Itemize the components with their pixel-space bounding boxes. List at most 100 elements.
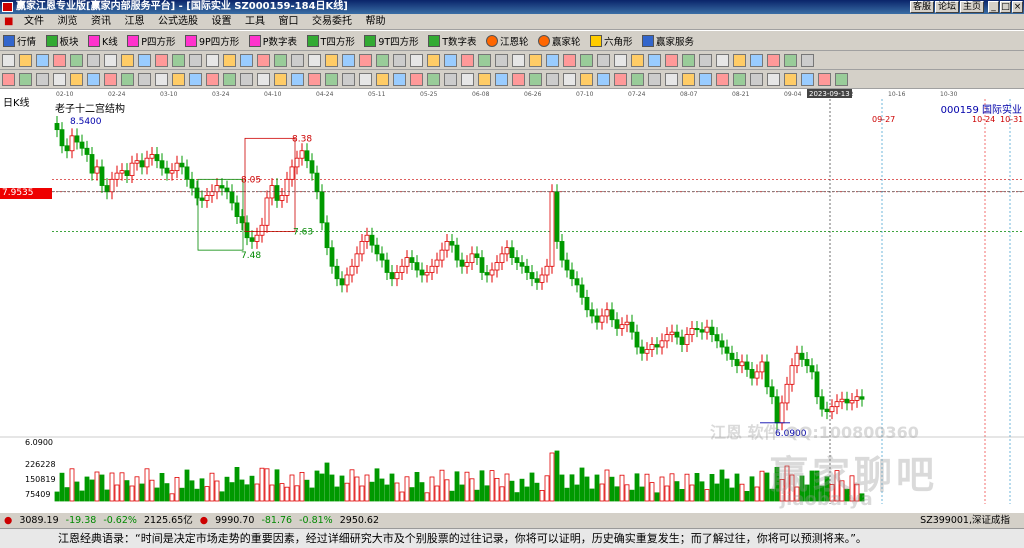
analysis-tool-icon[interactable]: [733, 73, 746, 86]
draw-tool-icon[interactable]: [223, 54, 236, 67]
draw-tool-icon[interactable]: [495, 54, 508, 67]
menu-formula[interactable]: 公式选股: [153, 14, 203, 30]
menu-file[interactable]: 文件: [19, 14, 49, 30]
draw-tool-icon[interactable]: [410, 54, 423, 67]
analysis-tool-icon[interactable]: [529, 73, 542, 86]
analysis-tool-icon[interactable]: [87, 73, 100, 86]
toolbar-sectors-button[interactable]: 板块: [43, 31, 82, 50]
toolbar-9t-square-button[interactable]: 9T四方形: [361, 31, 421, 50]
draw-tool-icon[interactable]: [563, 54, 576, 67]
analysis-tool-icon[interactable]: [461, 73, 474, 86]
draw-tool-icon[interactable]: [274, 54, 287, 67]
forum-button[interactable]: 论坛: [935, 1, 959, 13]
draw-tool-icon[interactable]: [36, 54, 49, 67]
analysis-tool-icon[interactable]: [206, 73, 219, 86]
draw-tool-icon[interactable]: [478, 54, 491, 67]
draw-tool-icon[interactable]: [665, 54, 678, 67]
maximize-button[interactable]: □: [1000, 1, 1011, 13]
draw-tool-icon[interactable]: [2, 54, 15, 67]
draw-tool-icon[interactable]: [155, 54, 168, 67]
toolbar-t-square-button[interactable]: T四方形: [304, 31, 358, 50]
menu-gann[interactable]: 江恩: [119, 14, 149, 30]
analysis-tool-icon[interactable]: [291, 73, 304, 86]
analysis-tool-icon[interactable]: [257, 73, 270, 86]
analysis-tool-icon[interactable]: [563, 73, 576, 86]
menu-app-icon[interactable]: ■: [0, 14, 15, 30]
analysis-tool-icon[interactable]: [648, 73, 661, 86]
menu-trade[interactable]: 交易委托: [307, 14, 357, 30]
draw-tool-icon[interactable]: [325, 54, 338, 67]
toolbar-p-square-button[interactable]: P四方形: [124, 31, 178, 50]
draw-tool-icon[interactable]: [631, 54, 644, 67]
minimize-button[interactable]: _: [988, 1, 999, 13]
draw-tool-icon[interactable]: [461, 54, 474, 67]
analysis-tool-icon[interactable]: [240, 73, 253, 86]
draw-tool-icon[interactable]: [750, 54, 763, 67]
toolbar-hexagon-button[interactable]: 六角形: [587, 31, 636, 50]
analysis-tool-icon[interactable]: [342, 73, 355, 86]
analysis-tool-icon[interactable]: [410, 73, 423, 86]
analysis-tool-icon[interactable]: [512, 73, 525, 86]
draw-tool-icon[interactable]: [529, 54, 542, 67]
draw-tool-icon[interactable]: [189, 54, 202, 67]
analysis-tool-icon[interactable]: [835, 73, 848, 86]
analysis-tool-icon[interactable]: [546, 73, 559, 86]
draw-tool-icon[interactable]: [257, 54, 270, 67]
draw-tool-icon[interactable]: [546, 54, 559, 67]
homepage-button[interactable]: 主页: [960, 1, 984, 13]
toolbar-quotes-button[interactable]: 行情: [0, 31, 39, 50]
analysis-tool-icon[interactable]: [716, 73, 729, 86]
analysis-tool-icon[interactable]: [801, 73, 814, 86]
draw-tool-icon[interactable]: [733, 54, 746, 67]
analysis-tool-icon[interactable]: [189, 73, 202, 86]
menu-browse[interactable]: 浏览: [52, 14, 82, 30]
analysis-tool-icon[interactable]: [767, 73, 780, 86]
analysis-tool-icon[interactable]: [121, 73, 134, 86]
analysis-tool-icon[interactable]: [784, 73, 797, 86]
kline-chart-panel[interactable]: 02-10 02-24 03-10 03-24 04-10 04-24 05-11 05-25…: [0, 89, 1024, 512]
draw-tool-icon[interactable]: [308, 54, 321, 67]
draw-tool-icon[interactable]: [767, 54, 780, 67]
analysis-tool-icon[interactable]: [308, 73, 321, 86]
analysis-tool-icon[interactable]: [274, 73, 287, 86]
draw-tool-icon[interactable]: [699, 54, 712, 67]
draw-tool-icon[interactable]: [393, 54, 406, 67]
analysis-tool-icon[interactable]: [223, 73, 236, 86]
analysis-tool-icon[interactable]: [155, 73, 168, 86]
draw-tool-icon[interactable]: [376, 54, 389, 67]
toolbar-service-button[interactable]: 赢家服务: [639, 31, 697, 50]
analysis-tool-icon[interactable]: [818, 73, 831, 86]
toolbar-kline-button[interactable]: K线: [85, 31, 121, 50]
analysis-tool-icon[interactable]: [682, 73, 695, 86]
draw-tool-icon[interactable]: [19, 54, 32, 67]
analysis-tool-icon[interactable]: [699, 73, 712, 86]
analysis-tool-icon[interactable]: [359, 73, 372, 86]
analysis-tool-icon[interactable]: [325, 73, 338, 86]
analysis-tool-icon[interactable]: [172, 73, 185, 86]
draw-tool-icon[interactable]: [648, 54, 661, 67]
draw-tool-icon[interactable]: [291, 54, 304, 67]
analysis-tool-icon[interactable]: [2, 73, 15, 86]
analysis-tool-icon[interactable]: [631, 73, 644, 86]
customer-service-button[interactable]: 客服: [910, 1, 934, 13]
draw-tool-icon[interactable]: [342, 54, 355, 67]
analysis-tool-icon[interactable]: [53, 73, 66, 86]
analysis-tool-icon[interactable]: [750, 73, 763, 86]
analysis-tool-icon[interactable]: [19, 73, 32, 86]
analysis-tool-icon[interactable]: [427, 73, 440, 86]
draw-tool-icon[interactable]: [580, 54, 593, 67]
menu-help[interactable]: 帮助: [360, 14, 390, 30]
analysis-tool-icon[interactable]: [393, 73, 406, 86]
analysis-tool-icon[interactable]: [138, 73, 151, 86]
toolbar-p-table-button[interactable]: P数字表: [246, 31, 300, 50]
analysis-tool-icon[interactable]: [444, 73, 457, 86]
toolbar-winner-wheel-button[interactable]: 赢家轮: [535, 31, 584, 50]
toolbar-9p-square-button[interactable]: 9P四方形: [182, 31, 242, 50]
draw-tool-icon[interactable]: [172, 54, 185, 67]
draw-tool-icon[interactable]: [427, 54, 440, 67]
draw-tool-icon[interactable]: [682, 54, 695, 67]
toolbar-gann-wheel-button[interactable]: 江恩轮: [483, 31, 532, 50]
draw-tool-icon[interactable]: [801, 54, 814, 67]
draw-tool-icon[interactable]: [444, 54, 457, 67]
draw-tool-icon[interactable]: [614, 54, 627, 67]
